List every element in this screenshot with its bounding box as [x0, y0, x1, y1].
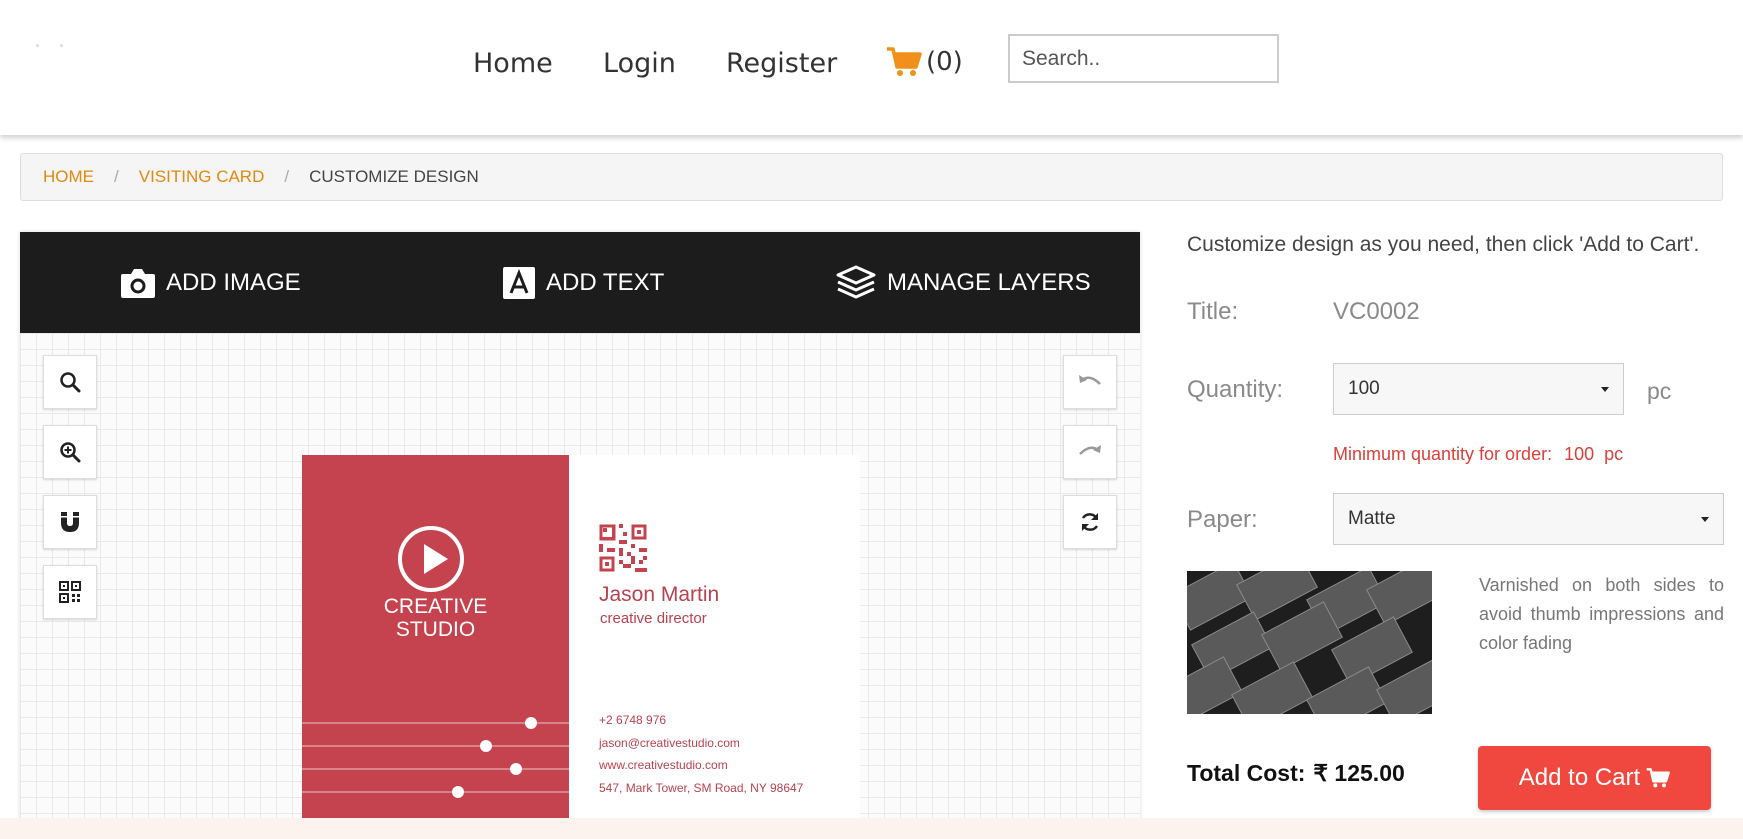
add-qr-code-button[interactable]	[43, 565, 97, 619]
paper-sample-image	[1187, 571, 1432, 714]
layers-icon	[836, 265, 876, 298]
quantity-unit: pc	[1647, 378, 1672, 404]
total-cost: Total Cost: ₹ 125.00	[1187, 760, 1405, 787]
min-quantity-label: Minimum quantity for order:	[1333, 444, 1553, 464]
refresh-icon	[1081, 513, 1099, 531]
nav-register-link[interactable]: Register	[726, 48, 837, 79]
min-quantity-notice: Minimum quantity for order: 100 pc	[1333, 444, 1623, 465]
undo-icon	[1079, 375, 1101, 385]
total-cost-label: Total Cost:	[1187, 760, 1306, 786]
card-studio-line1: CREATIVE	[383, 595, 488, 618]
card-email: jason@creativestudio.com	[599, 736, 740, 750]
add-text-label: ADD TEXT	[546, 268, 665, 296]
decor-dot	[452, 786, 464, 798]
redo-button[interactable]	[1063, 425, 1117, 479]
card-qr-code-icon	[599, 524, 647, 572]
design-editor: ADD IMAGE ADD TEXT MANAGE LAYERS CREATIV…	[20, 232, 1140, 839]
search-input[interactable]	[1008, 34, 1279, 83]
search-icon	[60, 372, 81, 393]
customize-instructions: Customize design as you need, then click…	[1187, 233, 1700, 256]
chevron-down-icon	[1601, 386, 1609, 392]
min-quantity-value: 100 pc	[1564, 444, 1624, 464]
refresh-button[interactable]	[1063, 495, 1117, 549]
design-canvas[interactable]: CREATIVE STUDIO Jason Martin creative di…	[20, 333, 1140, 839]
card-studio-name: CREATIVE STUDIO	[302, 595, 569, 641]
card-person-role: creative director	[600, 610, 707, 627]
paper-label: Paper:	[1187, 506, 1258, 533]
card-person-name: Jason Martin	[599, 583, 720, 606]
quantity-select[interactable]: 100	[1333, 363, 1624, 415]
add-image-label: ADD IMAGE	[166, 268, 301, 296]
breadcrumb-visiting-card-link[interactable]: VISITING CARD	[139, 167, 265, 187]
breadcrumb-home-link[interactable]: HOME	[43, 167, 94, 187]
camera-icon	[121, 268, 155, 298]
zoom-out-button[interactable]	[43, 355, 97, 409]
zoom-in-button[interactable]	[43, 425, 97, 479]
breadcrumb-separator: /	[114, 167, 119, 186]
add-to-cart-button[interactable]: Add to Cart	[1478, 746, 1711, 810]
decor-line	[302, 791, 569, 793]
add-image-button[interactable]: ADD IMAGE	[120, 232, 301, 333]
editor-toolbar: ADD IMAGE ADD TEXT MANAGE LAYERS	[20, 232, 1140, 333]
paper-selected-value: Matte	[1348, 508, 1396, 529]
decor-dot	[480, 740, 492, 752]
decor-dot	[510, 763, 522, 775]
paper-description: Varnished on both sides to avoid thumb i…	[1479, 575, 1724, 653]
decor-line	[302, 745, 569, 747]
nav-home-link[interactable]: Home	[473, 48, 553, 79]
manage-layers-label: MANAGE LAYERS	[887, 268, 1091, 296]
card-website: www.creativestudio.com	[599, 758, 728, 772]
text-letter-icon	[503, 266, 535, 299]
magnet-icon	[61, 512, 79, 532]
paper-select[interactable]: Matte	[1333, 493, 1724, 545]
card-phone: +2 6748 976	[599, 713, 667, 727]
quantity-label: Quantity:	[1187, 376, 1284, 403]
breadcrumb-separator: /	[284, 167, 290, 186]
shopping-cart-icon	[887, 47, 922, 76]
decor-dot	[525, 717, 537, 729]
undo-button[interactable]	[1063, 355, 1117, 409]
breadcrumb: HOME / VISITING CARD / CUSTOMIZE DESIGN	[20, 153, 1723, 201]
breadcrumb-current: CUSTOMIZE DESIGN	[309, 167, 479, 186]
title-label: Title:	[1187, 298, 1239, 325]
logo[interactable]	[36, 44, 66, 50]
decor-line	[302, 768, 569, 770]
manage-layers-button[interactable]: MANAGE LAYERS	[835, 232, 1091, 333]
cart-count: (0)	[926, 47, 963, 77]
quantity-selected-value: 100	[1348, 378, 1380, 399]
cart-link[interactable]: (0)	[886, 46, 963, 78]
play-icon	[398, 526, 464, 592]
shopping-cart-icon	[1646, 768, 1671, 788]
redo-icon	[1079, 445, 1101, 455]
business-card-preview[interactable]: CREATIVE STUDIO Jason Martin creative di…	[302, 455, 860, 839]
add-to-cart-label: Add to Cart	[1518, 764, 1641, 791]
qr-code-icon	[59, 581, 81, 603]
total-cost-value: ₹ 125.00	[1313, 760, 1405, 786]
zoom-in-icon	[60, 442, 81, 463]
footer-strip	[0, 818, 1743, 839]
chevron-down-icon	[1701, 516, 1709, 522]
snap-magnet-button[interactable]	[43, 495, 97, 549]
nav-login-link[interactable]: Login	[603, 48, 676, 79]
site-header: Home Login Register (0)	[0, 0, 1743, 135]
add-text-button[interactable]: ADD TEXT	[502, 232, 664, 333]
card-front-panel: CREATIVE STUDIO	[302, 455, 569, 839]
card-studio-line2: STUDIO	[395, 618, 476, 641]
card-address: 547, Mark Tower, SM Road, NY 98647	[599, 781, 804, 795]
title-value: VC0002	[1333, 298, 1420, 325]
